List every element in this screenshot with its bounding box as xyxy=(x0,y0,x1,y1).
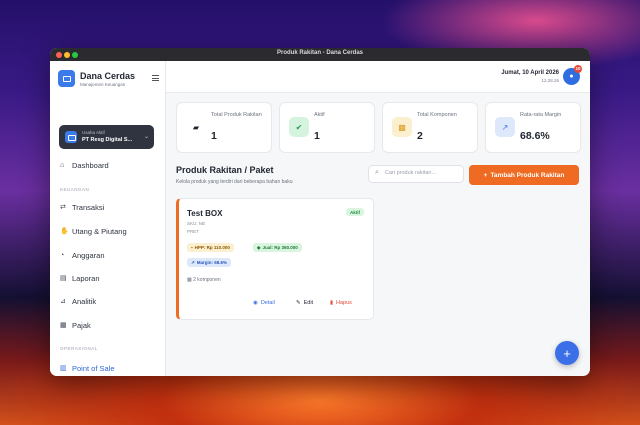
delete-button[interactable]: ▮ Hapus xyxy=(330,300,352,306)
top-header: Jumat, 10 April 2026 12.28.26 ● 10 xyxy=(166,61,590,93)
sidebar-item-transaksi[interactable]: ⇄ Transaksi xyxy=(60,201,156,213)
margin-label: Margin: 68.6% xyxy=(196,260,228,265)
product-card: Test BOX SKU: NB PRET Aktif ▪ HPP: Rp 11… xyxy=(176,198,374,320)
sidebar-item-dashboard[interactable]: ⌂ Dashboard xyxy=(60,159,156,171)
check-icon: ✔ xyxy=(289,117,309,137)
stat-card-margin: ↗ Rata-rata Margin 68.6% xyxy=(485,102,581,153)
search-input[interactable] xyxy=(385,170,461,176)
hpp-pill: ▪ HPP: Rp 110.000 xyxy=(187,243,234,252)
stat-card-aktif: ✔ Aktif 1 xyxy=(279,102,375,153)
section-operasional: OPERASIONAL xyxy=(60,346,98,351)
trash-icon: ▮ xyxy=(330,300,334,306)
sidebar-item-label: Laporan xyxy=(72,273,100,283)
stat-value: 68.6% xyxy=(520,130,550,142)
sidebar-item-utang[interactable]: ✋ Utang & Piutang xyxy=(60,225,156,237)
menu-icon[interactable] xyxy=(152,75,159,81)
sidebar-item-label: Transaksi xyxy=(72,202,105,212)
sidebar-item-label: Analitik xyxy=(72,296,97,306)
briefcase-icon xyxy=(65,131,77,143)
stat-value: 1 xyxy=(314,130,320,142)
tag-icon: ◆ xyxy=(257,244,261,250)
document-icon: ▤ xyxy=(60,275,67,282)
exchange-icon: ⇄ xyxy=(60,204,66,211)
business-label: Usaha Aktif xyxy=(82,130,105,135)
sidebar-item-label: Anggaran xyxy=(72,250,105,260)
title-bar: Produk Rakitan - Dana Cerdas xyxy=(50,48,590,61)
search-box[interactable]: ⌕ xyxy=(368,165,464,183)
boxes-icon: ▰ xyxy=(186,117,206,137)
page-subtitle: Kelola produk yang terdiri dari beberapa… xyxy=(176,179,293,185)
brand: Dana Cerdas Manajemen Keuangan xyxy=(58,70,159,92)
plus-icon: + xyxy=(563,345,571,361)
stat-value: 2 xyxy=(417,130,423,142)
eye-icon: ◉ xyxy=(253,300,258,306)
detail-label: Detail xyxy=(260,300,275,306)
section-keuangan: KEUANGAN xyxy=(60,187,90,192)
edit-button[interactable]: ✎ Edit xyxy=(296,300,313,306)
stat-label: Total Komponen xyxy=(417,112,457,118)
product-sku: SKU: NB xyxy=(187,221,206,226)
page-title: Produk Rakitan / Paket xyxy=(176,165,274,175)
plus-icon: + xyxy=(483,171,488,179)
product-name: Test BOX xyxy=(187,209,223,218)
search-icon: ⌕ xyxy=(375,169,379,176)
home-icon: ⌂ xyxy=(60,161,65,169)
sidebar-item-pos[interactable]: ▥ Point of Sale xyxy=(60,362,156,374)
add-product-button[interactable]: + Tambah Produk Rakitan xyxy=(469,165,579,185)
sidebar-item-anggaran[interactable]: ◔ Anggaran xyxy=(60,249,156,261)
add-button-label: Tambah Produk Rakitan xyxy=(490,171,565,179)
stat-label: Rata-rata Margin xyxy=(520,112,562,118)
hand-coin-icon: ✋ xyxy=(60,228,69,235)
status-badge: Aktif xyxy=(346,208,364,216)
margin-pill: ↗ Margin: 68.6% xyxy=(187,258,232,267)
product-category: PRET xyxy=(187,229,200,234)
money-icon: ▪ xyxy=(191,245,193,250)
sidebar-item-analitik[interactable]: ⊿ Analitik xyxy=(60,295,156,307)
component-count-label: 2 komponen xyxy=(193,277,221,283)
jual-label: Jual: Rp 350.000 xyxy=(262,245,298,250)
sidebar-item-label: Point of Sale xyxy=(72,363,115,373)
stat-card-total-produk: ▰ Total Produk Rakitan 1 xyxy=(176,102,272,153)
detail-button[interactable]: ◉ Detail xyxy=(253,300,275,306)
component-count: ▩ 2 komponen xyxy=(187,277,221,283)
chart-icon: ↗ xyxy=(495,117,515,137)
bell-icon: ● xyxy=(569,73,574,80)
stat-label: Aktif xyxy=(314,112,325,118)
stat-card-komponen: ▩ Total Komponen 2 xyxy=(382,102,478,153)
chart-icon: ↗ xyxy=(191,259,195,265)
chevron-down-icon: ⌄ xyxy=(143,134,149,140)
line-chart-icon: ⊿ xyxy=(60,298,66,305)
business-selector[interactable]: Usaha Aktif PT Resg Digital S... ⌄ xyxy=(59,125,154,149)
receipt-icon: ▦ xyxy=(60,322,67,329)
header-date: Jumat, 10 April 2026 xyxy=(501,70,559,76)
sidebar-item-pajak[interactable]: ▦ Pajak xyxy=(60,319,156,331)
app-window: Produk Rakitan - Dana Cerdas Dana Cerdas… xyxy=(50,48,590,376)
notification-badge: 10 xyxy=(574,65,582,73)
business-value: PT Resg Digital S... xyxy=(82,137,133,143)
sidebar: Dana Cerdas Manajemen Keuangan Usaha Akt… xyxy=(50,61,166,376)
delete-label: Hapus xyxy=(336,300,352,306)
sidebar-item-label: Utang & Piutang xyxy=(72,226,127,236)
pencil-icon: ✎ xyxy=(296,300,301,306)
sidebar-item-laporan[interactable]: ▤ Laporan xyxy=(60,272,156,284)
header-time: 12.28.26 xyxy=(541,78,559,83)
stat-value: 1 xyxy=(211,130,217,142)
cubes-icon: ▩ xyxy=(392,117,412,137)
wallet-icon xyxy=(58,70,75,87)
stat-label: Total Produk Rakitan xyxy=(211,112,262,118)
jual-pill: ◆ Jual: Rp 350.000 xyxy=(253,243,302,252)
pie-chart-icon: ◔ xyxy=(60,251,65,259)
sidebar-item-label: Dashboard xyxy=(72,160,109,170)
edit-label: Edit xyxy=(303,300,314,306)
hpp-label: HPP: Rp 110.000 xyxy=(194,245,230,250)
brand-subtitle: Manajemen Keuangan xyxy=(80,82,126,87)
sidebar-item-label: Pajak xyxy=(72,320,91,330)
store-icon: ▥ xyxy=(60,365,67,372)
window-title: Produk Rakitan - Dana Cerdas xyxy=(276,50,364,56)
floating-add-button[interactable]: + xyxy=(555,341,579,365)
brand-name: Dana Cerdas xyxy=(80,71,136,81)
